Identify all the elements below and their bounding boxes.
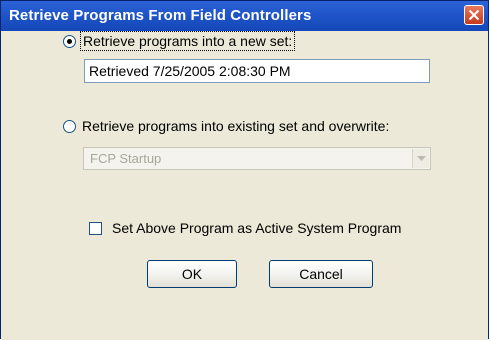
existing-set-dropdown-value: FCP Startup [90, 151, 162, 166]
title-bar[interactable]: Retrieve Programs From Field Controllers [1, 1, 488, 31]
cancel-button[interactable]: Cancel [269, 260, 373, 288]
new-set-name-input[interactable] [84, 59, 430, 83]
existing-set-dropdown[interactable]: FCP Startup [83, 147, 431, 170]
new-set-radio[interactable] [63, 34, 76, 48]
retrieve-programs-dialog: Retrieve Programs From Field Controllers… [0, 0, 489, 340]
new-set-label: Retrieve programs into a new set: [79, 31, 296, 51]
close-icon [468, 9, 480, 21]
active-program-option[interactable]: Set Above Program as Active System Progr… [89, 220, 401, 236]
dialog-title: Retrieve Programs From Field Controllers [9, 7, 312, 24]
existing-set-label: Retrieve programs into existing set and … [82, 118, 390, 134]
new-set-option[interactable]: Retrieve programs into a new set: [63, 31, 296, 51]
active-program-checkbox[interactable] [89, 221, 102, 235]
close-button[interactable] [464, 5, 484, 25]
dropdown-button[interactable] [412, 149, 429, 168]
chevron-down-icon [417, 156, 426, 161]
existing-set-radio[interactable] [63, 119, 76, 133]
ok-button[interactable]: OK [147, 260, 237, 288]
existing-set-option[interactable]: Retrieve programs into existing set and … [63, 118, 389, 134]
active-program-label: Set Above Program as Active System Progr… [112, 220, 402, 236]
